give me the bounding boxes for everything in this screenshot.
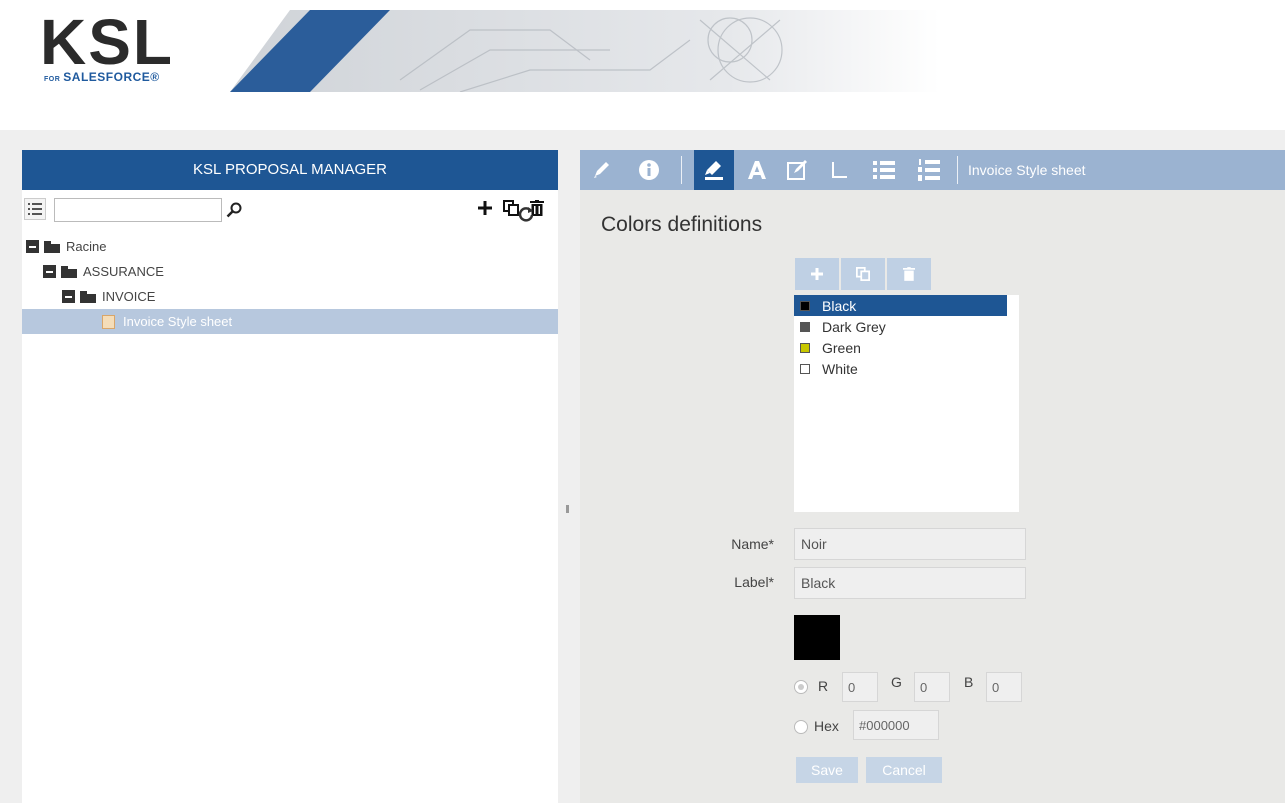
section-title: Colors definitions	[601, 213, 763, 236]
corner-button[interactable]	[826, 158, 852, 182]
pencil-button[interactable]	[588, 158, 614, 182]
color-swatch	[800, 363, 810, 374]
color-item-label: Black	[822, 297, 857, 314]
color-item-label: Dark Grey	[822, 318, 886, 335]
bullet-list-icon	[873, 161, 895, 179]
tree-node-assurance[interactable]: ASSURANCE	[22, 259, 558, 284]
hex-radio[interactable]	[794, 720, 808, 734]
cancel-button[interactable]: Cancel	[866, 757, 942, 783]
tree-node-label: Racine	[66, 239, 107, 254]
r-label: R	[818, 678, 829, 694]
color-swatch	[800, 321, 810, 332]
document-title: Invoice Style sheet	[968, 162, 1086, 178]
color-item-black[interactable]: Black	[794, 295, 1007, 316]
tree-panel: KSL PROPOSAL MANAGER Racine ASSURANCE IN…	[22, 150, 558, 803]
label-field[interactable]	[794, 567, 1026, 599]
b-field[interactable]	[986, 672, 1022, 702]
tree-node-label: INVOICE	[102, 289, 156, 304]
ksl-logo: KSL	[40, 6, 174, 78]
tree-node-label: Invoice Style sheet	[123, 314, 233, 329]
add-button[interactable]	[474, 196, 496, 220]
g-field[interactable]	[914, 672, 950, 702]
panel-title: KSL PROPOSAL MANAGER	[22, 150, 558, 190]
list-icon	[28, 203, 42, 215]
collapse-icon[interactable]	[26, 240, 39, 253]
hex-label: Hex	[814, 718, 839, 734]
color-item-dark-grey[interactable]: Dark Grey	[794, 316, 1007, 337]
b-label: B	[964, 674, 974, 690]
logo-sub-text: SALESFORCE®	[63, 70, 160, 84]
style-sheet-icon	[102, 314, 115, 329]
collapse-icon[interactable]	[43, 265, 56, 278]
save-button[interactable]: Save	[796, 757, 858, 783]
info-button[interactable]	[636, 158, 662, 182]
bullet-list-button[interactable]	[871, 158, 897, 182]
font-icon	[748, 161, 766, 179]
copy-icon	[856, 267, 870, 281]
tree-node-racine[interactable]: Racine	[22, 234, 558, 259]
folder-open-icon	[44, 240, 60, 253]
edit-box-button[interactable]	[784, 158, 810, 182]
app-area: KSL PROPOSAL MANAGER Racine ASSURANCE IN…	[0, 130, 1285, 803]
color-list-actions	[795, 258, 931, 290]
search-input[interactable]	[54, 198, 222, 222]
refresh-button[interactable]	[514, 202, 538, 226]
add-icon	[811, 268, 823, 280]
color-preview	[794, 615, 840, 660]
folder-open-icon	[61, 265, 77, 278]
color-item-label: White	[822, 360, 858, 377]
name-label: Name*	[731, 536, 774, 552]
edit-box-icon	[787, 160, 807, 180]
refresh-icon	[518, 207, 534, 222]
r-field[interactable]	[842, 672, 878, 702]
color-list[interactable]: Black Dark Grey Green White	[794, 295, 1019, 512]
color-item-label: Green	[822, 339, 861, 356]
color-item-green[interactable]: Green	[794, 337, 1007, 358]
corner-icon	[832, 162, 847, 178]
editor-panel: Invoice Style sheet Colors definitions B…	[580, 150, 1285, 803]
label-label: Label*	[734, 574, 774, 590]
delete-color-button[interactable]	[887, 258, 931, 290]
hex-field[interactable]	[853, 710, 939, 740]
editor-toolbar: Invoice Style sheet	[580, 150, 1285, 190]
logo-sub-small: FOR	[44, 76, 61, 83]
color-swatch	[800, 300, 810, 311]
delete-icon	[903, 267, 915, 281]
style-button[interactable]	[701, 158, 727, 182]
numbered-list-icon	[918, 159, 940, 181]
numbered-list-button[interactable]	[916, 158, 942, 182]
folder-open-icon	[80, 290, 96, 303]
collapse-icon[interactable]	[62, 290, 75, 303]
g-label: G	[891, 674, 902, 690]
banner-artwork	[230, 10, 940, 92]
header-banner: KSL FOR SALESFORCE®	[0, 0, 1285, 100]
tree-node-invoice[interactable]: INVOICE	[22, 284, 558, 309]
info-icon	[639, 160, 659, 180]
copy-color-button[interactable]	[841, 258, 885, 290]
search-button[interactable]	[222, 198, 246, 222]
font-button[interactable]	[744, 158, 770, 182]
color-item-white[interactable]: White	[794, 358, 1007, 379]
list-view-button[interactable]	[24, 198, 46, 220]
style-icon	[705, 161, 723, 180]
search-icon	[226, 202, 242, 218]
add-color-button[interactable]	[795, 258, 839, 290]
pencil-icon	[594, 162, 609, 178]
color-swatch	[800, 342, 810, 353]
rgb-radio[interactable]	[794, 680, 808, 694]
ksl-logo-subtitle: FOR SALESFORCE®	[44, 70, 160, 84]
tree-node-label: ASSURANCE	[83, 264, 164, 279]
name-field[interactable]	[794, 528, 1026, 560]
tree-node-invoice-style-sheet[interactable]: Invoice Style sheet	[22, 309, 558, 334]
panel-splitter[interactable]	[566, 505, 569, 513]
folder-tree: Racine ASSURANCE INVOICE Invoice Style s…	[22, 234, 558, 334]
add-icon	[478, 201, 492, 215]
tree-toolbar	[22, 190, 558, 228]
